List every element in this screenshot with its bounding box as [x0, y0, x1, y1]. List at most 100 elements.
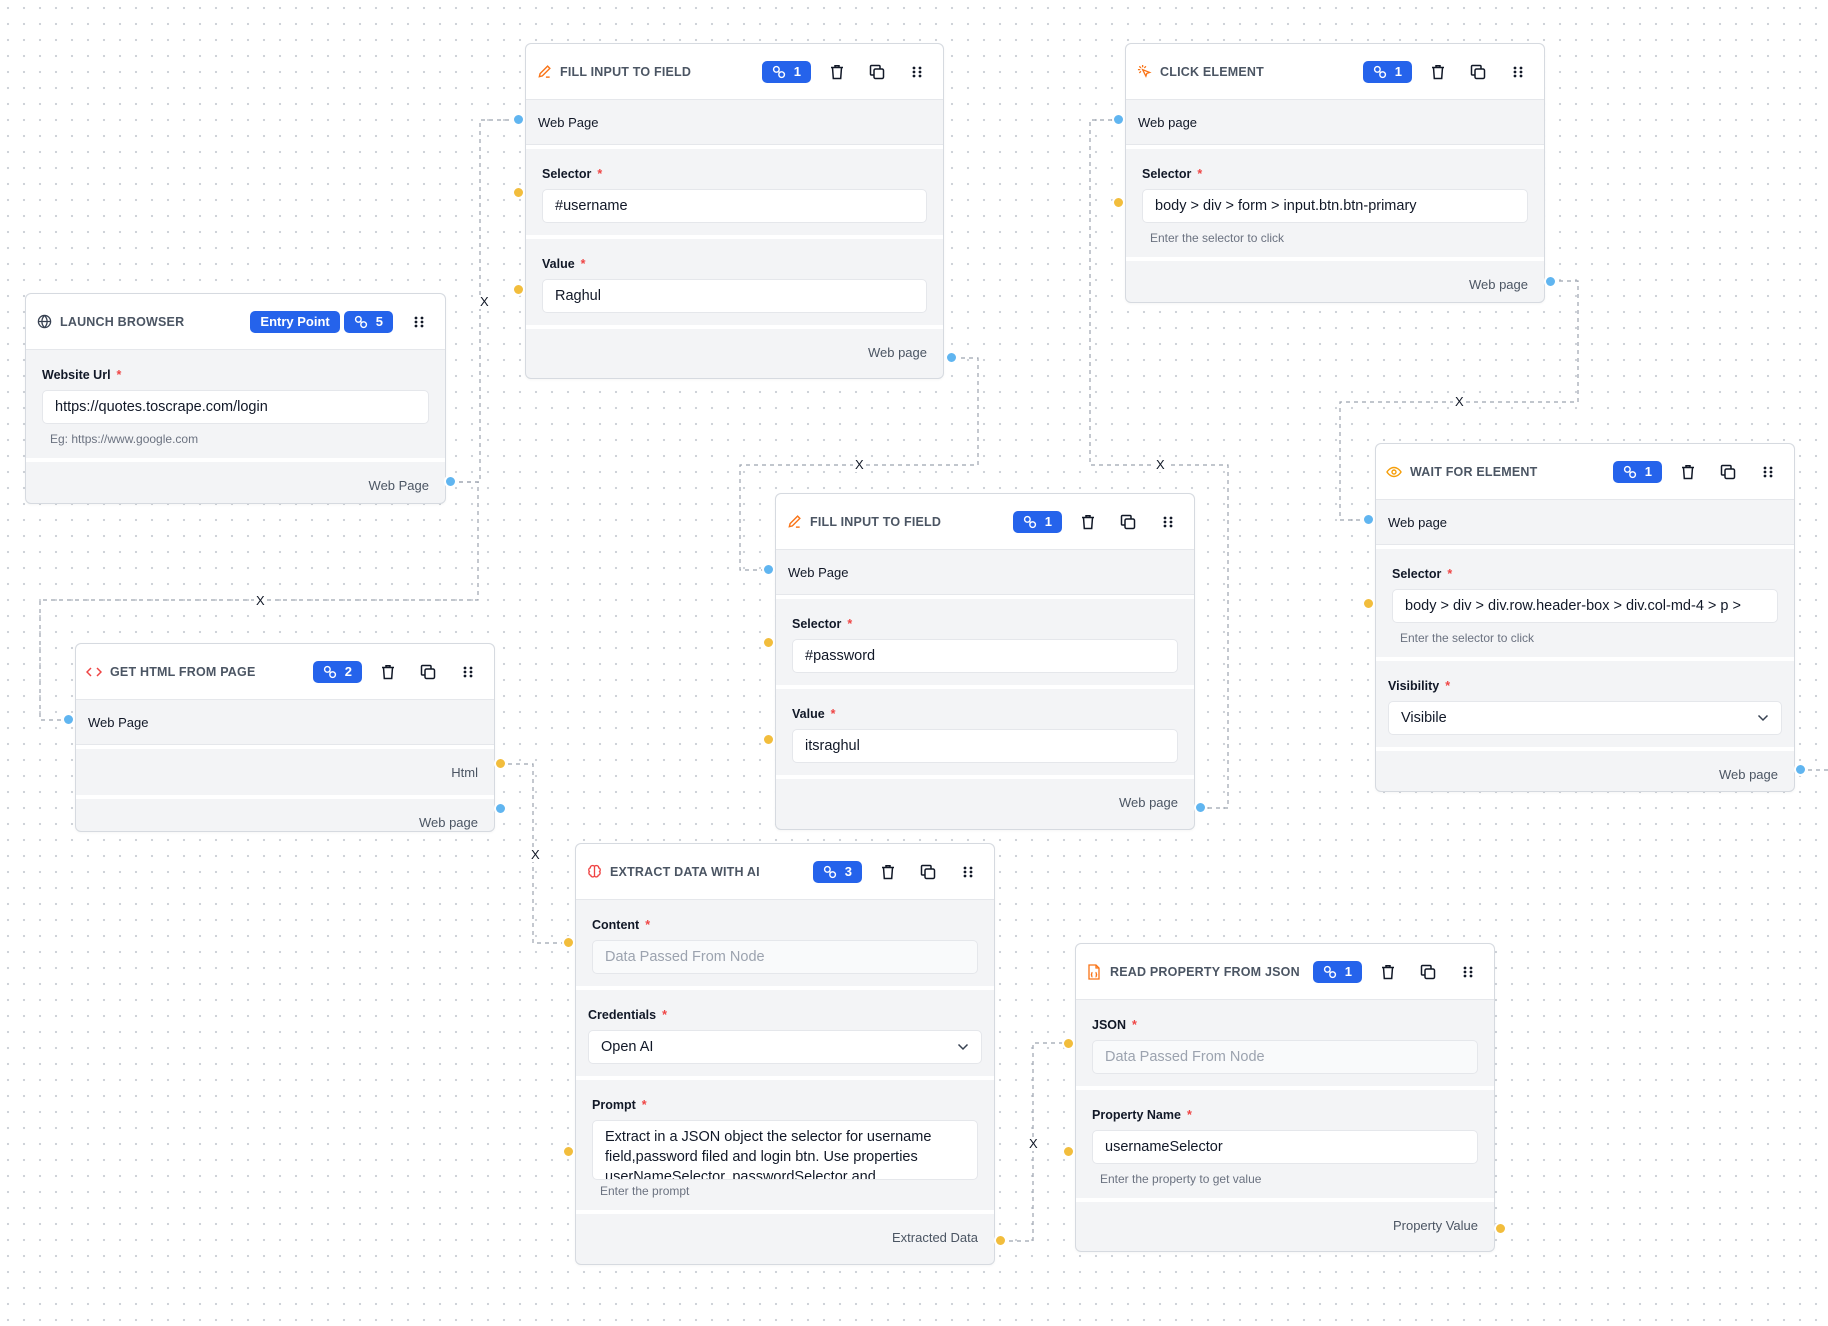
handle-wait-selector[interactable]: [1362, 597, 1375, 610]
usage-count-badge[interactable]: 1: [1612, 460, 1662, 483]
field-label: Credentials *: [588, 1008, 667, 1022]
handle-fill2-output[interactable]: [1194, 801, 1207, 814]
selector-input[interactable]: body > div > form > input.btn.btn-primar…: [1142, 189, 1528, 223]
handle-extract-prompt[interactable]: [562, 1145, 575, 1158]
usage-count-badge[interactable]: 2: [312, 660, 362, 683]
handle-launch-output[interactable]: [444, 475, 457, 488]
selector-input[interactable]: #username: [542, 189, 927, 223]
node-click-element[interactable]: CLICK ELEMENT 1 Web page Selector * body …: [1125, 43, 1545, 303]
property-name-input[interactable]: usernameSelector: [1092, 1130, 1478, 1164]
handle-fill2-selector[interactable]: [762, 636, 775, 649]
node-read-property-from-json[interactable]: READ PROPERTY FROM JSON 1 JSON * Data Pas…: [1075, 943, 1495, 1252]
drag-handle-icon[interactable]: [954, 858, 982, 886]
node-get-html-from-page[interactable]: GET HTML FROM PAGE 2 Web Page Html Web p…: [75, 643, 495, 832]
drag-handle-icon[interactable]: [1154, 508, 1182, 536]
json-input[interactable]: Data Passed From Node: [1092, 1040, 1478, 1074]
usage-count: 1: [1344, 964, 1352, 979]
edge-label-fill1-fill2[interactable]: X: [853, 458, 866, 472]
node-fill-input-password[interactable]: FILL INPUT TO FIELD 1 Web Page Selector *…: [775, 493, 1195, 830]
drag-handle-icon[interactable]: [1504, 58, 1532, 86]
trash-icon[interactable]: [874, 858, 902, 886]
handle-fill2-input[interactable]: [762, 563, 775, 576]
node-header[interactable]: CLICK ELEMENT 1: [1126, 44, 1544, 100]
file-json-icon: [1084, 962, 1104, 982]
node-fill-input-username[interactable]: FILL INPUT TO FIELD 1 Web Page Selector *…: [525, 43, 944, 379]
drag-handle-icon[interactable]: [454, 658, 482, 686]
prompt-textarea[interactable]: Extract in a JSON object the selector fo…: [592, 1120, 978, 1180]
handle-wait-output[interactable]: [1794, 763, 1807, 776]
website-url-input[interactable]: https://quotes.toscrape.com/login: [42, 390, 429, 424]
value-input[interactable]: itsraghul: [792, 729, 1178, 763]
edge-label-gethtml-extract[interactable]: X: [529, 848, 542, 862]
drag-handle-icon[interactable]: [1454, 958, 1482, 986]
handle-wait-input[interactable]: [1362, 513, 1375, 526]
edge-label-extract-readjson[interactable]: X: [1027, 1137, 1040, 1151]
node-wait-for-element[interactable]: WAIT FOR ELEMENT 1 Web page Selector * bo…: [1375, 443, 1795, 792]
field-label: Value *: [792, 707, 836, 721]
node-header[interactable]: WAIT FOR ELEMENT 1: [1376, 444, 1794, 500]
node-header[interactable]: FILL INPUT TO FIELD 1: [776, 494, 1194, 550]
handle-click-output[interactable]: [1544, 275, 1557, 288]
handle-gethtml-output[interactable]: [494, 802, 507, 815]
handle-extract-content[interactable]: [562, 936, 575, 949]
handle-readjson-json[interactable]: [1062, 1037, 1075, 1050]
usage-count-badge[interactable]: 3: [812, 860, 862, 883]
input-web-page: Web Page: [526, 100, 943, 145]
node-header[interactable]: EXTRACT DATA WITH AI 3: [576, 844, 994, 900]
trash-icon[interactable]: [1424, 58, 1452, 86]
trash-icon[interactable]: [823, 58, 851, 86]
handle-readjson-property[interactable]: [1062, 1145, 1075, 1158]
handle-click-input[interactable]: [1112, 113, 1125, 126]
copy-icon[interactable]: [1114, 508, 1142, 536]
handle-readjson-output[interactable]: [1494, 1222, 1507, 1235]
usage-count-badge[interactable]: 1: [1312, 960, 1362, 983]
drag-handle-icon[interactable]: [405, 308, 433, 336]
handle-fill1-selector[interactable]: [512, 186, 525, 199]
handle-gethtml-html-output[interactable]: [494, 757, 507, 770]
copy-icon[interactable]: [1714, 458, 1742, 486]
trash-icon[interactable]: [1674, 458, 1702, 486]
copy-icon[interactable]: [863, 58, 891, 86]
usage-count-badge[interactable]: 1: [1012, 510, 1062, 533]
handle-fill1-value[interactable]: [512, 283, 525, 296]
drag-handle-icon[interactable]: [903, 58, 931, 86]
credentials-select[interactable]: Open AI: [588, 1030, 982, 1064]
handle-fill2-value[interactable]: [762, 733, 775, 746]
usage-count-badge[interactable]: 1: [1362, 60, 1412, 83]
pencil-icon: [534, 62, 554, 82]
drag-handle-icon[interactable]: [1754, 458, 1782, 486]
handle-fill1-output[interactable]: [945, 351, 958, 364]
output-html: Html: [76, 745, 494, 795]
trash-icon[interactable]: [1074, 508, 1102, 536]
copy-icon[interactable]: [914, 858, 942, 886]
handle-fill1-input[interactable]: [512, 113, 525, 126]
edge-label-click-wait[interactable]: X: [1453, 395, 1466, 409]
edge-label-launch-gethtml[interactable]: X: [254, 594, 267, 608]
node-header[interactable]: READ PROPERTY FROM JSON 1: [1076, 944, 1494, 1000]
node-header[interactable]: GET HTML FROM PAGE 2: [76, 644, 494, 700]
node-extract-data-with-ai[interactable]: EXTRACT DATA WITH AI 3 Content * Data Pas…: [575, 843, 995, 1265]
usage-count-badge[interactable]: 5: [343, 310, 393, 333]
edge-label-fill2-click[interactable]: X: [1154, 458, 1167, 472]
node-header[interactable]: LAUNCH BROWSER Entry Point 5: [26, 294, 445, 350]
content-input[interactable]: Data Passed From Node: [592, 940, 978, 974]
code-icon: [84, 662, 104, 682]
edge-label-launch-fill1[interactable]: X: [478, 295, 491, 309]
visibility-select[interactable]: Visibile: [1388, 701, 1782, 735]
selector-input[interactable]: body > div > div.row.header-box > div.co…: [1392, 589, 1778, 623]
node-header[interactable]: FILL INPUT TO FIELD 1: [526, 44, 943, 100]
trash-icon[interactable]: [1374, 958, 1402, 986]
trash-icon[interactable]: [374, 658, 402, 686]
value-input[interactable]: Raghul: [542, 279, 927, 313]
copy-icon[interactable]: [414, 658, 442, 686]
usage-count-badge[interactable]: 1: [761, 60, 811, 83]
link-icon: [354, 315, 367, 328]
handle-extract-output[interactable]: [994, 1234, 1007, 1247]
selector-input[interactable]: #password: [792, 639, 1178, 673]
copy-icon[interactable]: [1464, 58, 1492, 86]
node-launch-browser[interactable]: LAUNCH BROWSER Entry Point 5 Website Url…: [25, 293, 446, 504]
copy-icon[interactable]: [1414, 958, 1442, 986]
field-label: Selector *: [1142, 167, 1203, 181]
handle-click-selector[interactable]: [1112, 196, 1125, 209]
handle-gethtml-input[interactable]: [62, 713, 75, 726]
